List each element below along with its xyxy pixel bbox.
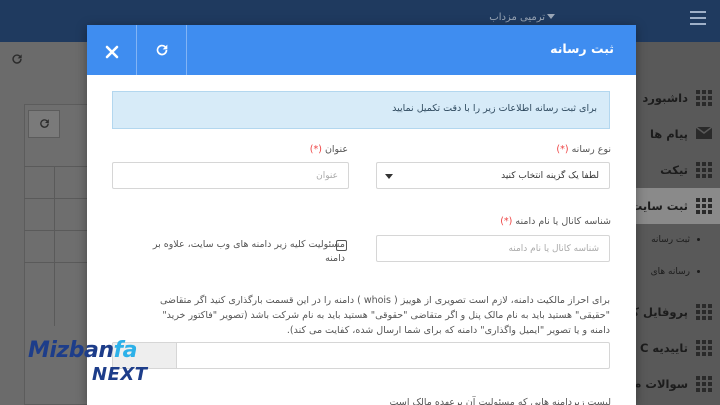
- sidebar-item-profile[interactable]: پروفایل کا: [628, 294, 720, 330]
- channel-id-label: شناسه کانال یا نام دامنه (*): [500, 216, 611, 227]
- user-menu[interactable]: ترمیی مزداب: [489, 12, 545, 23]
- sidebar-item-faq[interactable]: سوالات م: [632, 366, 720, 402]
- title-input[interactable]: عنوان: [112, 162, 349, 189]
- refresh-button[interactable]: [137, 25, 187, 75]
- subdomain-responsibility-label: مسئولیت کلیه زیر دامنه های وب سایت، علاو…: [152, 239, 345, 264]
- whois-file-input[interactable]: [112, 342, 610, 369]
- grid-icon: [696, 162, 712, 178]
- media-type-select[interactable]: لطفا یک گزینه انتخاب کنید: [376, 162, 610, 189]
- caret-down-icon: [385, 174, 393, 179]
- panel-refresh-button[interactable]: [28, 110, 60, 138]
- bullet-icon: [697, 270, 700, 273]
- sidebar-subitem-register-media[interactable]: ثبت رسانه: [632, 226, 720, 254]
- sidebar-subitem-media-list[interactable]: رسانه های: [632, 258, 720, 286]
- channel-id-input[interactable]: شناسه کانال یا نام دامنه: [376, 235, 610, 262]
- chevron-down-icon: [547, 14, 555, 19]
- envelope-icon: [695, 126, 713, 142]
- modal-title: ثبت رسانه: [550, 41, 614, 56]
- sidebar-item-ticket[interactable]: تیکت: [632, 152, 720, 188]
- media-type-label: نوع رسانه (*): [556, 144, 611, 155]
- mizbanfa-next-logo: Mizbanfa NEXT: [28, 338, 148, 385]
- grid-icon: [696, 340, 712, 356]
- grid-icon: [696, 376, 712, 392]
- hamburger-menu-icon[interactable]: [690, 11, 706, 25]
- refresh-icon: [154, 39, 170, 60]
- grid-icon: [696, 198, 712, 214]
- grid-icon: [696, 304, 712, 320]
- sidebar-item-register-site[interactable]: ثبت سایت: [631, 188, 720, 224]
- title-label: عنوان (*): [309, 144, 348, 155]
- info-alert: برای ثبت رسانه اطلاعات زیر را با دقت تکم…: [112, 91, 610, 129]
- close-button[interactable]: [87, 25, 137, 75]
- grid-icon: [696, 90, 712, 106]
- sidebar-item-confirmation[interactable]: تاییدیه C: [632, 330, 720, 366]
- ownership-instructions: برای احراز مالکیت دامنه، لازم است تصویری…: [160, 295, 610, 336]
- close-icon: [105, 38, 119, 62]
- refresh-icon[interactable]: [10, 52, 24, 70]
- sidebar-item-dashboard[interactable]: داشبورد: [632, 80, 720, 116]
- subdomain-list-label: لیست زیردامنه هایی که مسئولیت آن برعهده …: [389, 397, 611, 405]
- bullet-icon: [697, 238, 700, 241]
- sidebar-item-messages[interactable]: پیام ها: [632, 116, 720, 152]
- modal-header: ثبت رسانه: [87, 25, 636, 75]
